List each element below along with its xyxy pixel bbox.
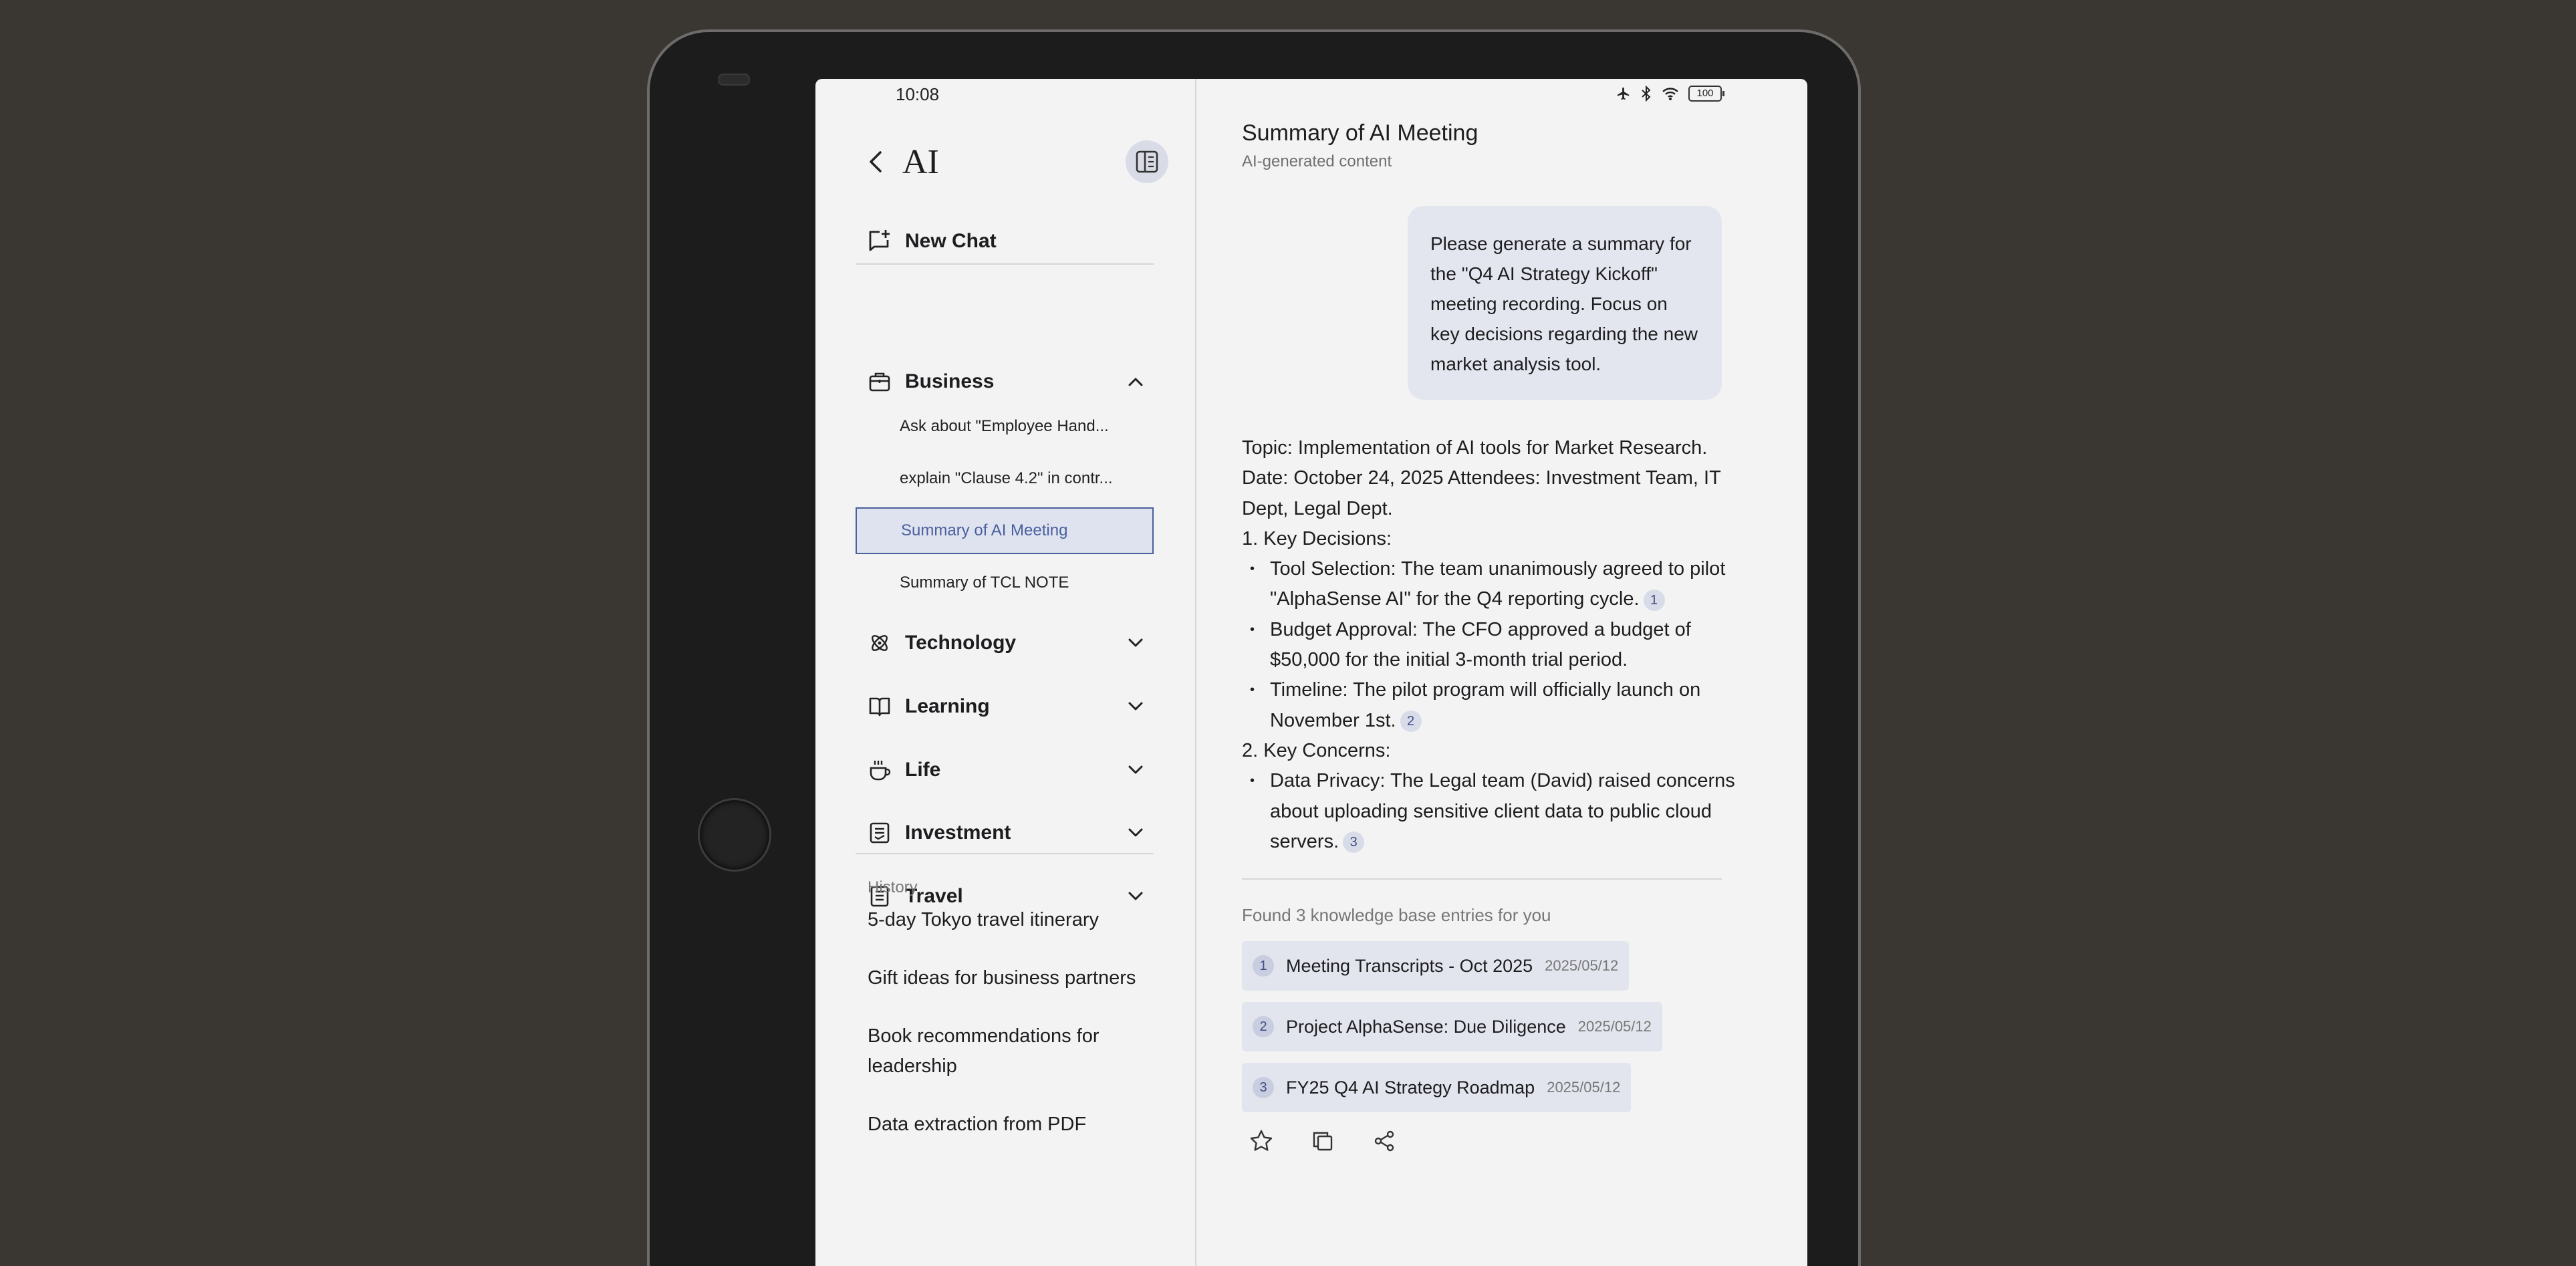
chevron-down-icon xyxy=(1126,886,1146,906)
ai-response: Topic: Implementation of AI tools for Ma… xyxy=(1242,433,1736,857)
history-item[interactable]: Book recommendations for leadership xyxy=(868,1021,1148,1082)
chevron-down-icon xyxy=(1126,633,1146,653)
citation-badge[interactable]: 1 xyxy=(1643,589,1665,611)
divider xyxy=(856,853,1154,854)
chevron-down-icon xyxy=(1126,760,1146,780)
history-item[interactable]: Data extraction from PDF xyxy=(868,1110,1148,1140)
citation-badge[interactable]: 3 xyxy=(1343,832,1365,854)
star-icon[interactable] xyxy=(1249,1128,1274,1154)
kb-entry-date: 2025/05/12 xyxy=(1547,1079,1621,1096)
chat-subtitle: AI-generated content xyxy=(1242,152,1392,170)
chat-item-active[interactable]: Summary of AI Meeting xyxy=(856,507,1154,554)
bullet-item: Tool Selection: The team unanimously agr… xyxy=(1242,554,1736,615)
category-label: Learning xyxy=(905,695,990,717)
sidebar-header: AI xyxy=(862,130,1168,194)
sidebar: AI New Chat Business Ask about "Employee… xyxy=(815,79,1196,1266)
sidebar-panel-icon xyxy=(1136,150,1158,173)
category-technology[interactable]: Technology xyxy=(868,620,1146,666)
bullet-item: Timeline: The pilot program will officia… xyxy=(1242,675,1736,736)
kb-entry-number: 1 xyxy=(1253,955,1274,977)
chat-title: Summary of AI Meeting xyxy=(1242,120,1478,146)
category-label: Business xyxy=(905,370,995,392)
divider xyxy=(1242,878,1722,880)
kb-entry[interactable]: 1 Meeting Transcripts - Oct 2025 2025/05… xyxy=(1242,941,1630,991)
divider xyxy=(856,263,1154,265)
category-label: Life xyxy=(905,759,941,781)
kb-entry-date: 2025/05/12 xyxy=(1545,957,1619,974)
briefcase-icon xyxy=(868,370,892,394)
new-chat-button[interactable]: New Chat xyxy=(868,211,997,271)
kb-entry-title: Project AlphaSense: Due Diligence xyxy=(1286,1016,1566,1037)
back-arrow-icon[interactable] xyxy=(862,148,889,175)
chevron-down-icon xyxy=(1126,823,1146,843)
kb-entry-number: 3 xyxy=(1253,1077,1274,1098)
kb-entry-title: FY25 Q4 AI Strategy Roadmap xyxy=(1286,1077,1535,1098)
kb-entry-date: 2025/05/12 xyxy=(1577,1018,1652,1035)
category-label: Investment xyxy=(905,821,1011,844)
kb-entry[interactable]: 3 FY25 Q4 AI Strategy Roadmap 2025/05/12 xyxy=(1242,1063,1632,1112)
coffee-icon xyxy=(868,758,892,782)
category-investment[interactable]: Investment xyxy=(868,809,1146,856)
bullet-item: Data Privacy: The Legal team (David) rai… xyxy=(1242,766,1736,857)
kb-entry-number: 2 xyxy=(1253,1016,1274,1037)
new-chat-label: New Chat xyxy=(905,230,997,252)
section-heading: 1. Key Decisions: xyxy=(1242,527,1392,549)
book-icon xyxy=(868,694,892,719)
kb-found-text: Found 3 knowledge base entries for you xyxy=(1242,905,1551,925)
atom-icon xyxy=(868,631,892,655)
chat-item[interactable]: Summary of TCL NOTE xyxy=(856,559,1154,606)
category-business[interactable]: Business xyxy=(868,358,1146,405)
bullet-text: Data Privacy: The Legal team (David) rai… xyxy=(1270,770,1735,852)
response-actions xyxy=(1249,1128,1397,1154)
home-button[interactable] xyxy=(698,798,771,872)
kb-entry-title: Meeting Transcripts - Oct 2025 xyxy=(1286,955,1533,976)
category-label: Travel xyxy=(905,885,963,907)
citation-badge[interactable]: 2 xyxy=(1400,711,1422,733)
chat-panel: Summary of AI Meeting AI-generated conte… xyxy=(1196,79,1807,1266)
screen: 10:08 100 AI New Chat Business Ask about… xyxy=(815,79,1807,1266)
camera-sensor xyxy=(718,74,750,86)
chat-item[interactable]: Ask about "Employee Hand... xyxy=(856,403,1154,450)
chevron-up-icon xyxy=(1126,372,1146,392)
section-heading: 2. Key Concerns: xyxy=(1242,739,1391,761)
history-item[interactable]: Gift ideas for business partners xyxy=(868,963,1148,993)
category-label: Technology xyxy=(905,632,1017,654)
response-intro: Topic: Implementation of AI tools for Ma… xyxy=(1242,437,1721,519)
new-chat-icon xyxy=(868,228,892,255)
history-label: History xyxy=(868,878,918,896)
category-learning[interactable]: Learning xyxy=(868,683,1146,730)
share-icon[interactable] xyxy=(1372,1128,1397,1154)
history-item[interactable]: 5-day Tokyo travel itinerary xyxy=(868,905,1148,935)
chat-item[interactable]: explain "Clause 4.2" in contr... xyxy=(856,455,1154,502)
bullet-text: Timeline: The pilot program will officia… xyxy=(1270,679,1701,731)
copy-icon[interactable] xyxy=(1310,1128,1335,1154)
app-title: AI xyxy=(902,142,939,181)
ledger-icon xyxy=(868,821,892,845)
user-message-bubble: Please generate a summary for the "Q4 AI… xyxy=(1408,206,1722,400)
category-life[interactable]: Life xyxy=(868,747,1146,793)
bullet-item: Budget Approval: The CFO approved a budg… xyxy=(1242,615,1736,676)
panel-toggle-button[interactable] xyxy=(1126,140,1168,183)
kb-entry[interactable]: 2 Project AlphaSense: Due Diligence 2025… xyxy=(1242,1002,1662,1051)
chevron-down-icon xyxy=(1126,697,1146,717)
bullet-text: Budget Approval: The CFO approved a budg… xyxy=(1270,618,1691,671)
